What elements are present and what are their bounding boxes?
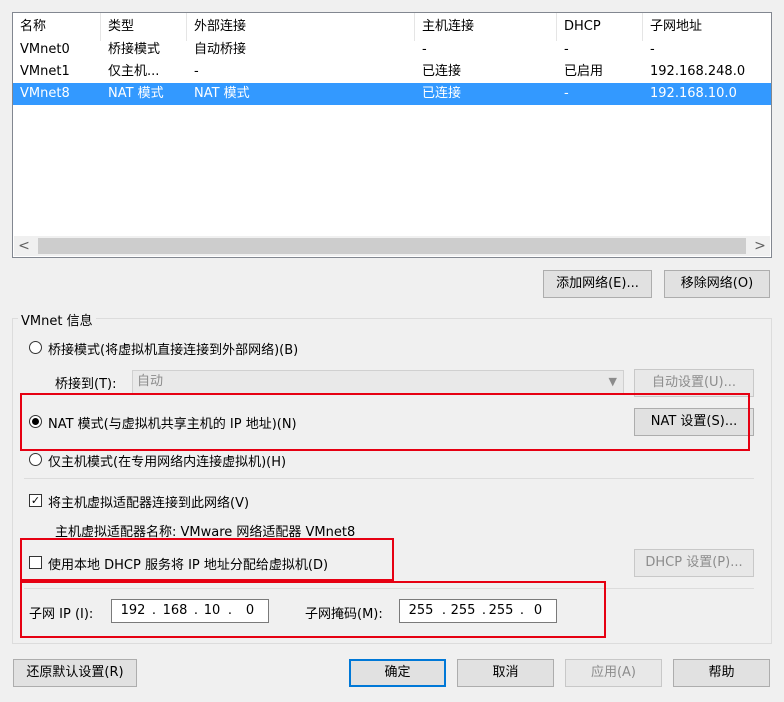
cell-dhcp: - <box>564 86 569 101</box>
chevron-down-icon: ▼ <box>608 375 617 388</box>
bridged-to-select[interactable]: 自动 ▼ <box>132 370 624 394</box>
network-list[interactable]: 名称 类型 外部连接 主机连接 DHCP 子网地址 VMnet0 桥接模式 自动… <box>12 12 772 258</box>
cell-external: NAT 模式 <box>194 86 250 101</box>
cell-name: VMnet0 <box>20 42 70 57</box>
apply-button[interactable]: 应用(A) <box>565 659 662 687</box>
checkmark-icon: ✓ <box>30 494 41 507</box>
column-header-name[interactable]: 名称 <box>13 13 101 41</box>
highlight-box-nat <box>20 393 750 451</box>
cell-external: 自动桥接 <box>194 42 247 57</box>
scroll-right-icon[interactable]: > <box>750 236 770 256</box>
cancel-button[interactable]: 取消 <box>457 659 554 687</box>
cell-host: 已连接 <box>422 86 462 101</box>
cell-host: - <box>422 42 427 57</box>
remove-network-button[interactable]: 移除网络(O) <box>664 270 770 298</box>
hostonly-label[interactable]: 仅主机模式(在专用网络内连接虚拟机)(H) <box>48 451 286 470</box>
divider <box>24 478 754 479</box>
highlight-box-dhcp <box>20 538 394 581</box>
table-row[interactable]: VMnet1 仅主机... - 已连接 已启用 192.168.248.0 <box>13 61 771 83</box>
cell-subnet: 192.168.10.0 <box>650 86 737 101</box>
cell-name: VMnet1 <box>20 64 70 79</box>
cell-type: NAT 模式 <box>108 86 164 101</box>
highlight-box-subnet <box>20 581 606 638</box>
column-header-host[interactable]: 主机连接 <box>415 13 557 41</box>
column-header-external[interactable]: 外部连接 <box>187 13 415 41</box>
cell-type: 桥接模式 <box>108 42 161 57</box>
cell-subnet: - <box>650 42 655 57</box>
ok-button[interactable]: 确定 <box>349 659 446 687</box>
add-network-button[interactable]: 添加网络(E)... <box>543 270 652 298</box>
connect-adapter-checkbox[interactable]: ✓ <box>29 494 42 507</box>
bridged-to-label: 桥接到(T): <box>55 377 117 392</box>
cell-type: 仅主机... <box>108 64 160 79</box>
scrollbar-thumb[interactable] <box>38 238 746 254</box>
restore-defaults-button[interactable]: 还原默认设置(R) <box>13 659 137 687</box>
scroll-left-icon[interactable]: < <box>14 236 34 256</box>
cell-host: 已连接 <box>422 64 462 79</box>
cell-dhcp: - <box>564 42 569 57</box>
bridged-label[interactable]: 桥接模式(将虚拟机直接连接到外部网络)(B) <box>48 339 298 358</box>
bridged-radio[interactable] <box>29 341 42 354</box>
horizontal-scrollbar[interactable]: < > <box>14 236 770 256</box>
table-row[interactable]: VMnet0 桥接模式 自动桥接 - - - <box>13 39 771 61</box>
help-button[interactable]: 帮助 <box>673 659 770 687</box>
cell-subnet: 192.168.248.0 <box>650 64 746 79</box>
cell-external: - <box>194 64 199 79</box>
dhcp-settings-button[interactable]: DHCP 设置(P)... <box>634 549 754 577</box>
list-header: 名称 类型 外部连接 主机连接 DHCP 子网地址 <box>13 13 771 41</box>
hostonly-radio[interactable] <box>29 453 42 466</box>
table-row-selected[interactable]: VMnet8 NAT 模式 NAT 模式 已连接 - 192.168.10.0 <box>13 83 771 105</box>
cell-dhcp: 已启用 <box>564 64 604 79</box>
column-header-type[interactable]: 类型 <box>101 13 187 41</box>
cell-name: VMnet8 <box>20 86 70 101</box>
connect-adapter-label[interactable]: 将主机虚拟适配器连接到此网络(V) <box>48 492 249 511</box>
bridged-to-value: 自动 <box>137 374 164 389</box>
column-header-subnet[interactable]: 子网地址 <box>643 13 771 41</box>
vmnet-info-title: VMnet 信息 <box>18 310 96 329</box>
column-header-dhcp[interactable]: DHCP <box>557 13 643 41</box>
